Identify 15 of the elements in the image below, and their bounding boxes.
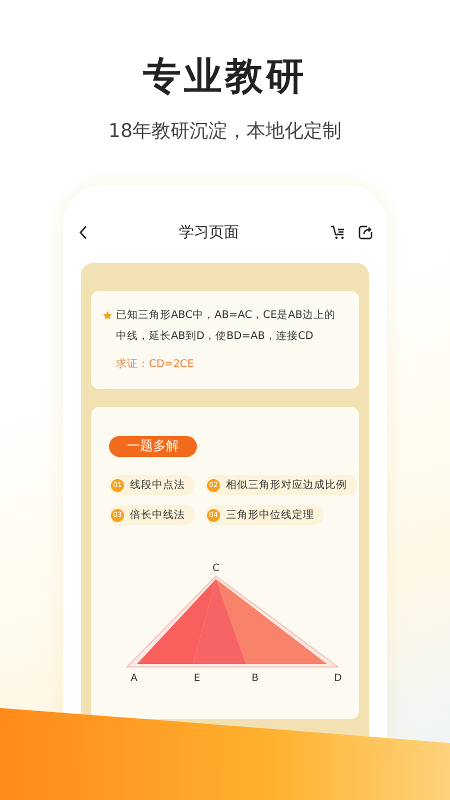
subtitle: 18年教研沉淀，本地化定制 (108, 119, 342, 144)
vertex-label: C (212, 563, 220, 574)
star-icon (103, 311, 112, 320)
vertex-label: A (130, 673, 138, 684)
page-title: 学习页面 (179, 222, 239, 242)
problem-text: 已知三角形ABC中，AB=AC，CE是AB边上的中线，延长AB到D，使BD=AB，连接CD (116, 308, 336, 344)
vertex-label: E (194, 673, 200, 684)
vertex-label: B (252, 673, 258, 684)
share-icon[interactable] (358, 224, 373, 240)
cart-icon[interactable] (330, 224, 346, 240)
vertex-label: D (334, 673, 342, 684)
back-icon[interactable] (79, 224, 88, 240)
proof-goal: 求证：CD=2CE (116, 357, 195, 371)
headline: 专业教研 (143, 53, 307, 100)
section-badge: 一题多解 (109, 436, 197, 457)
